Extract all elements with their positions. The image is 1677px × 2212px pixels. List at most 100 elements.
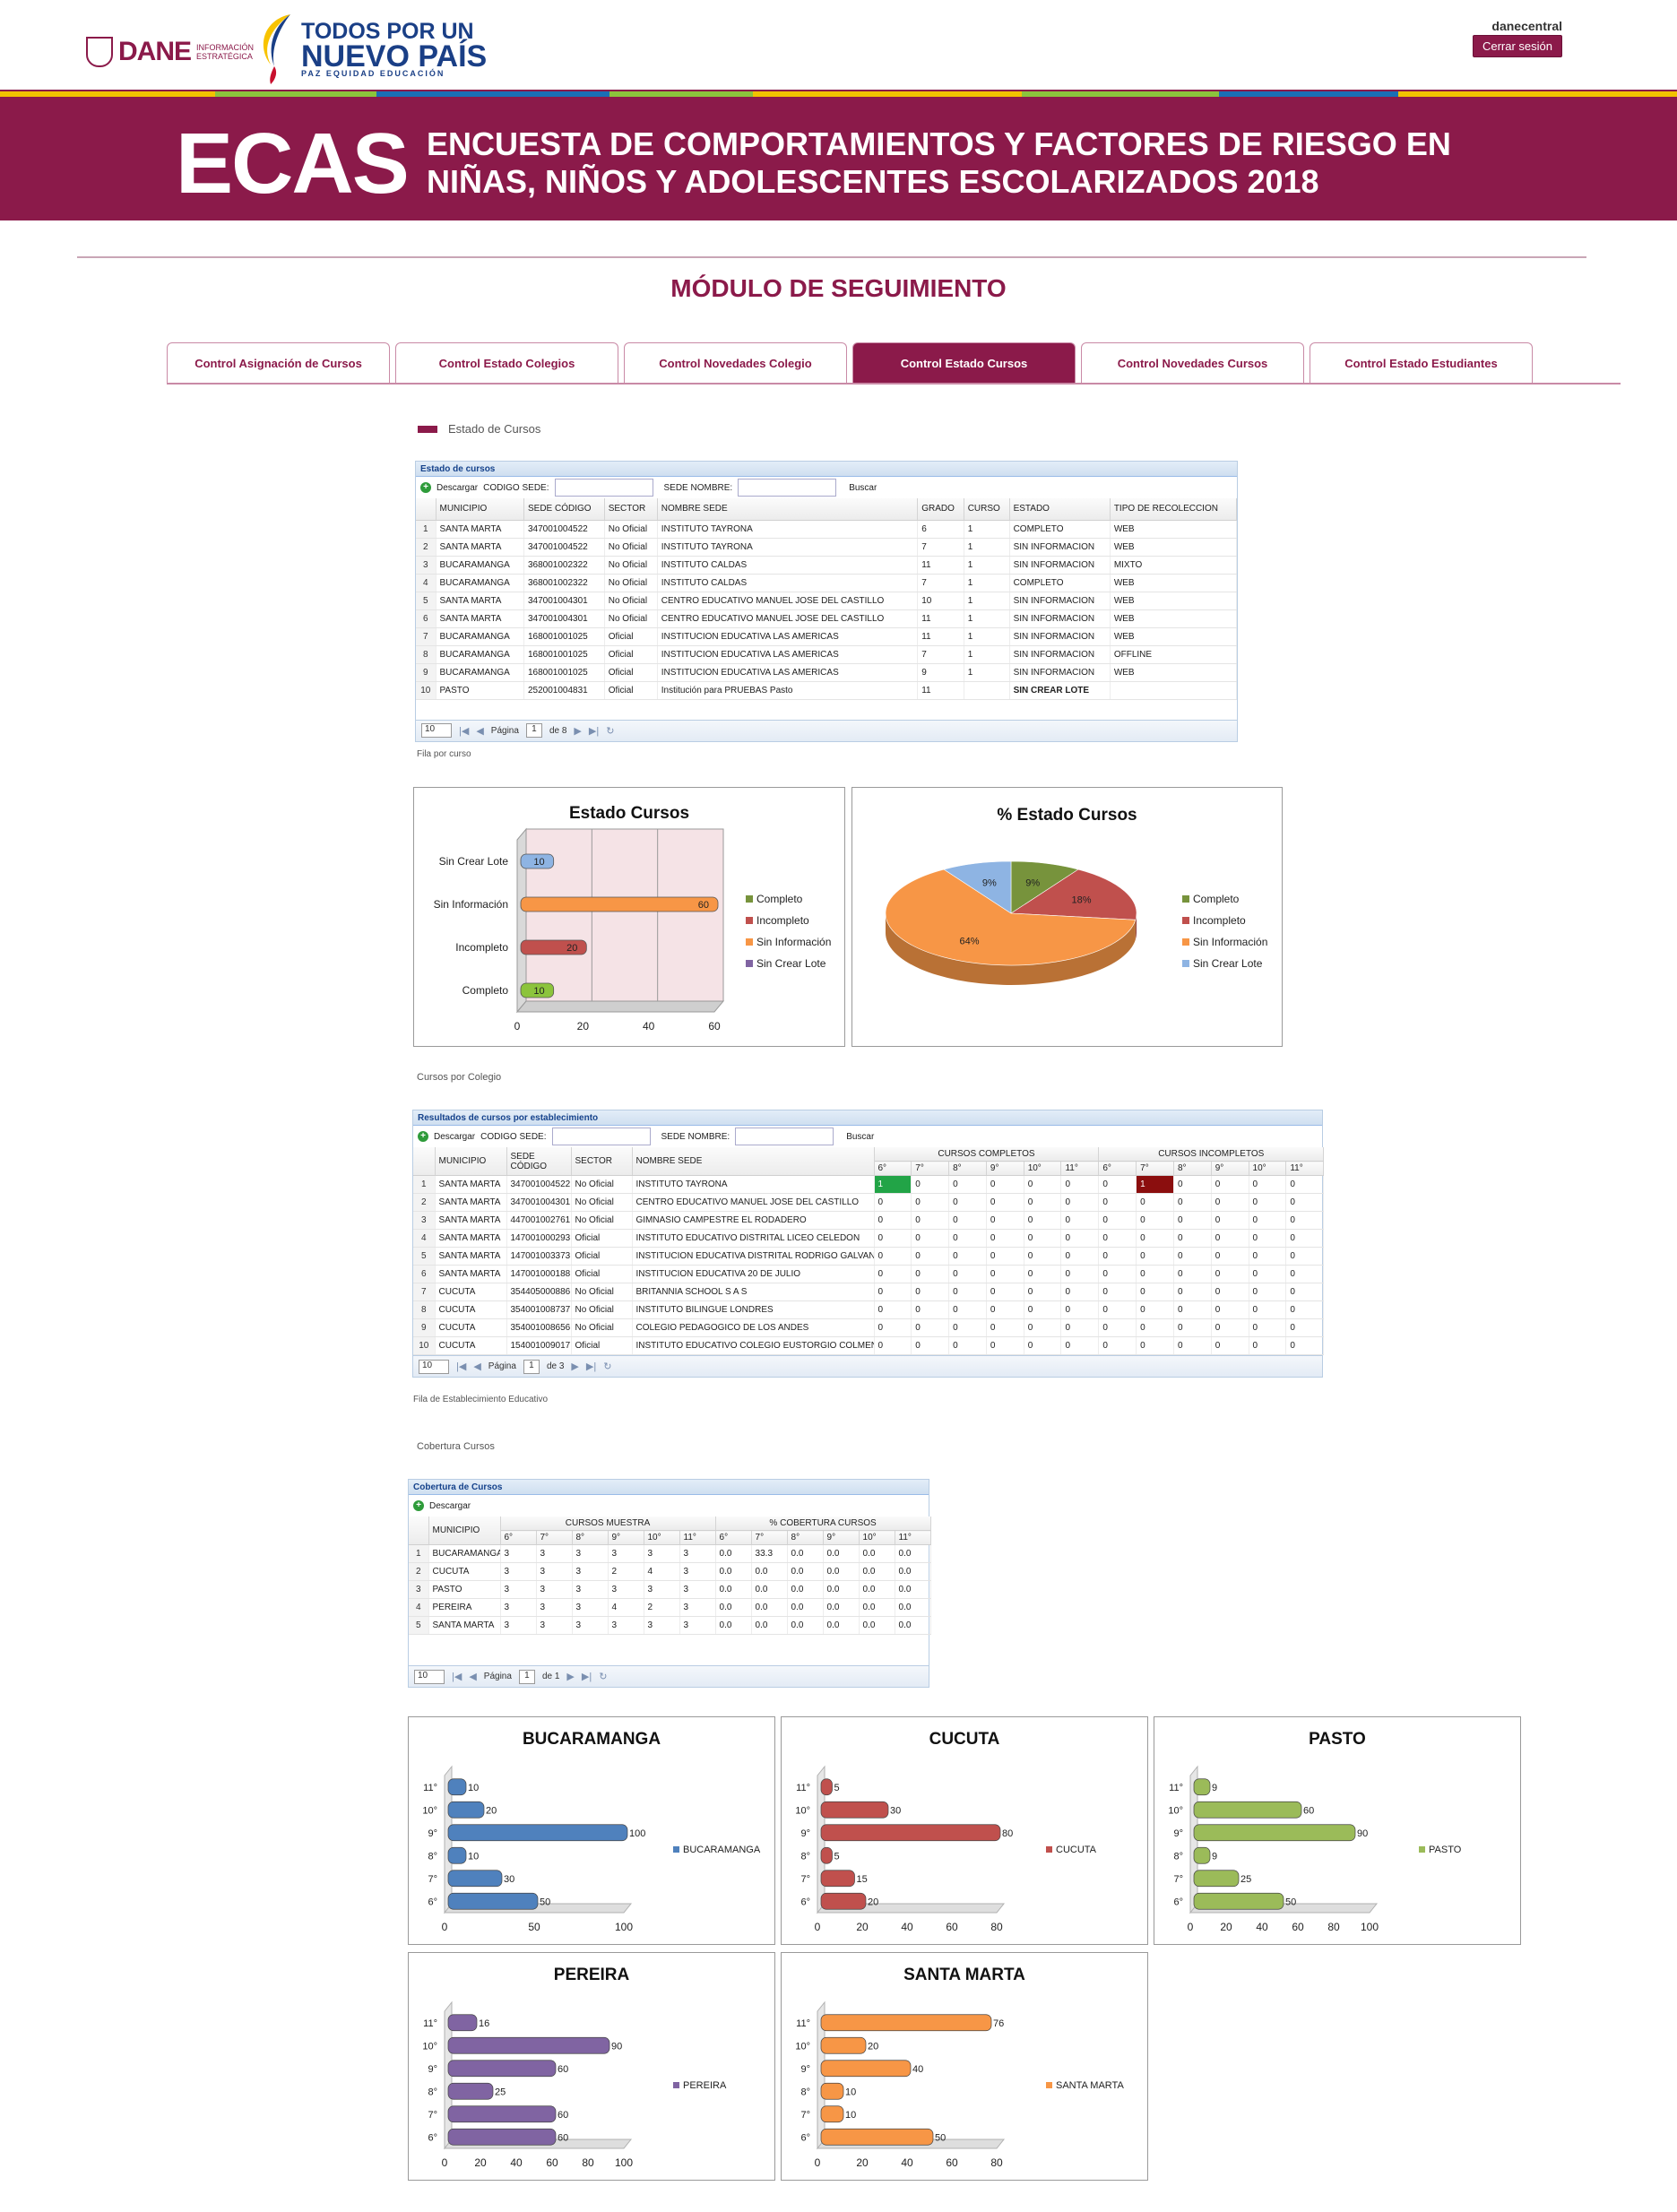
codigo-sede-input[interactable] bbox=[551, 1128, 651, 1145]
table-cell: 3 bbox=[536, 1616, 573, 1635]
table-cell: 0 bbox=[948, 1193, 987, 1212]
grade-header: 8° bbox=[1173, 1161, 1212, 1176]
table-cell: 3 bbox=[679, 1580, 716, 1599]
last-page-icon[interactable]: ▶| bbox=[582, 1671, 592, 1682]
tab-control-estado-estudiantes[interactable]: Control Estado Estudiantes bbox=[1310, 342, 1533, 384]
row-number: 9 bbox=[416, 663, 437, 682]
table-cell: 0 bbox=[911, 1193, 950, 1212]
legend-swatch bbox=[1419, 1846, 1425, 1853]
page-size-select[interactable]: 10 bbox=[414, 1669, 445, 1684]
table-row: 8 BUCARAMANGA 168001001025 Oficial INSTITUCI… bbox=[416, 645, 1238, 664]
page-number-input[interactable]: 1 bbox=[518, 1669, 535, 1684]
table-cell: 0.0 bbox=[787, 1580, 824, 1599]
download-button[interactable]: Descargar bbox=[429, 1501, 471, 1511]
category-label: 8° bbox=[1173, 1851, 1183, 1862]
tab-control-estado-colegios[interactable]: Control Estado Colegios bbox=[395, 342, 618, 384]
table-cell: MIXTO bbox=[1110, 556, 1238, 575]
colombia-flag-swoosh-icon bbox=[263, 14, 290, 84]
codigo-sede-input[interactable] bbox=[554, 479, 653, 497]
column-header: ESTADO bbox=[1009, 498, 1111, 521]
grade-header: 6° bbox=[500, 1530, 537, 1545]
table-cell: 0.0 bbox=[787, 1598, 824, 1617]
table-cell: SANTA MARTA bbox=[435, 1265, 507, 1283]
prev-page-icon[interactable]: ◀ bbox=[476, 725, 483, 737]
legend-swatch bbox=[746, 917, 753, 924]
table-cell: 0 bbox=[1285, 1175, 1325, 1194]
page-number-input[interactable]: 1 bbox=[525, 723, 542, 738]
colegio-grid: Resultados de cursos por establecimiento… bbox=[412, 1110, 1325, 1378]
table-cell: No Oficial bbox=[604, 538, 658, 557]
category-label: 7° bbox=[800, 2110, 810, 2121]
row-number: 10 bbox=[416, 681, 437, 700]
table-cell: 0 bbox=[1098, 1193, 1137, 1212]
table-cell: Oficial bbox=[571, 1229, 633, 1248]
module-title: MÓDULO DE SEGUIMIENTO bbox=[670, 274, 1007, 302]
data-label: 9 bbox=[1212, 1851, 1217, 1862]
table-cell: 1 bbox=[874, 1175, 912, 1194]
page-size-select[interactable]: 10 bbox=[421, 723, 452, 738]
search-button[interactable]: Buscar bbox=[849, 483, 877, 493]
table-cell: 0 bbox=[911, 1175, 950, 1194]
dane-logo[interactable]: DANE INFORMACIÓN ESTRATÉGICA bbox=[86, 34, 254, 70]
last-page-icon[interactable]: ▶| bbox=[586, 1361, 596, 1372]
next-page-icon[interactable]: ▶ bbox=[566, 1671, 574, 1682]
search-button[interactable]: Buscar bbox=[846, 1132, 874, 1142]
download-icon[interactable]: + bbox=[413, 1500, 424, 1511]
table-cell: No Oficial bbox=[571, 1211, 633, 1230]
tab-control-estado-cursos[interactable]: Control Estado Cursos bbox=[852, 342, 1076, 384]
row-number: 6 bbox=[413, 1265, 436, 1283]
table-cell: Oficial bbox=[571, 1247, 633, 1266]
table-cell: SANTA MARTA bbox=[436, 520, 524, 539]
refresh-icon[interactable]: ↻ bbox=[606, 725, 614, 737]
table-row: 4 BUCARAMANGA 368001002322 No Oficial INSTIT… bbox=[416, 574, 1238, 592]
sede-nombre-input[interactable] bbox=[738, 479, 837, 497]
sede-nombre-input[interactable] bbox=[735, 1128, 834, 1145]
table-cell: Oficial bbox=[571, 1265, 633, 1283]
category-label: 8° bbox=[428, 1851, 437, 1862]
refresh-icon[interactable]: ↻ bbox=[599, 1671, 607, 1682]
grade-header: 6° bbox=[715, 1530, 752, 1545]
next-page-icon[interactable]: ▶ bbox=[571, 1361, 578, 1372]
table-cell: 2 bbox=[608, 1562, 644, 1581]
bar bbox=[447, 2036, 610, 2054]
tab-control-novedades-cursos[interactable]: Control Novedades Cursos bbox=[1081, 342, 1304, 384]
table-cell: 0 bbox=[1136, 1283, 1174, 1301]
table-cell: 0 bbox=[1173, 1229, 1212, 1248]
first-page-icon[interactable]: |◀ bbox=[452, 1671, 462, 1682]
page-size-select[interactable]: 10 bbox=[419, 1359, 449, 1374]
first-page-icon[interactable]: |◀ bbox=[456, 1361, 466, 1372]
table-cell: 0 bbox=[948, 1318, 987, 1337]
table-cell: PEREIRA bbox=[428, 1598, 501, 1617]
table-cell: 0 bbox=[1136, 1336, 1174, 1355]
city-chart-pereira: PEREIRA 0 20 40 60 80 100 60 6° 60 7° 25 8° 60 9° 90 10°… bbox=[408, 1952, 775, 2181]
first-page-icon[interactable]: |◀ bbox=[459, 725, 469, 737]
cobertura-table: MUNICIPIO CURSOS MUESTRA% COBERTURA CURSO… bbox=[409, 1516, 931, 1635]
table-cell: 3 bbox=[679, 1562, 716, 1581]
table-cell: 33.3 bbox=[751, 1544, 788, 1563]
group-header-muestra: CURSOS MUESTRA bbox=[500, 1516, 716, 1531]
bar bbox=[1193, 1801, 1302, 1819]
table-cell: 0 bbox=[1136, 1265, 1174, 1283]
tab-control-novedades-colegio[interactable]: Control Novedades Colegio bbox=[624, 342, 847, 384]
table-cell: INSTITUTO CALDAS bbox=[657, 556, 919, 575]
download-button[interactable]: Descargar bbox=[437, 483, 478, 493]
legend-swatch bbox=[746, 895, 753, 903]
download-icon[interactable]: + bbox=[420, 482, 431, 493]
grade-header: 9° bbox=[986, 1161, 1024, 1176]
page-number-input[interactable]: 1 bbox=[523, 1359, 540, 1374]
table-row: 6 SANTA MARTA 147001000188 Oficial INSTITUCI… bbox=[413, 1265, 1325, 1283]
logout-button[interactable]: Cerrar sesión bbox=[1472, 35, 1562, 57]
refresh-icon[interactable]: ↻ bbox=[603, 1361, 611, 1372]
row-number: 2 bbox=[409, 1562, 429, 1581]
table-cell: 0 bbox=[1136, 1229, 1174, 1248]
table-cell: 0.0 bbox=[823, 1562, 860, 1581]
tab-control-asignacion-cursos[interactable]: Control Asignación de Cursos bbox=[167, 342, 390, 384]
table-cell: 0 bbox=[1098, 1211, 1137, 1230]
download-icon[interactable]: + bbox=[418, 1131, 428, 1142]
table-row: 5 SANTA MARTA 3 3 3 3 3 3 0.0 0.0 0.0 0.0 0.0 0.0 bbox=[409, 1616, 931, 1635]
download-button[interactable]: Descargar bbox=[434, 1132, 475, 1142]
prev-page-icon[interactable]: ◀ bbox=[469, 1671, 476, 1682]
prev-page-icon[interactable]: ◀ bbox=[473, 1361, 480, 1372]
next-page-icon[interactable]: ▶ bbox=[574, 725, 581, 737]
last-page-icon[interactable]: ▶| bbox=[589, 725, 599, 737]
